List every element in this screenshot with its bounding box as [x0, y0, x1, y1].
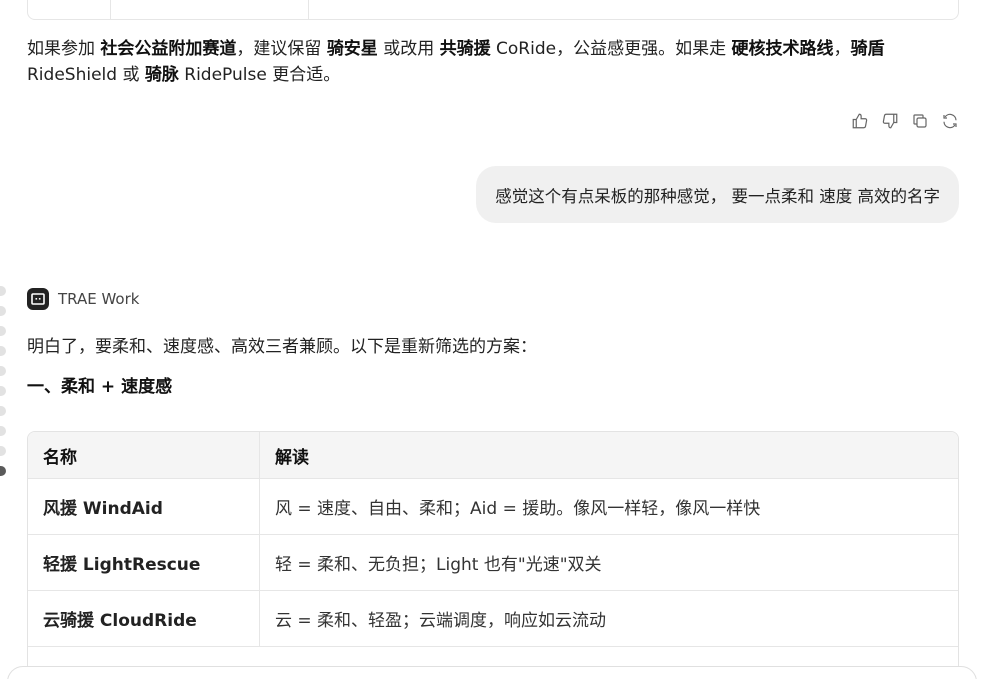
nav-dot[interactable]: [0, 386, 6, 396]
summary-emphasis: 骑脉: [144, 65, 179, 85]
option-name: 轻援 LightRescue: [28, 535, 260, 590]
table-header-row: 名称 解读: [28, 432, 958, 479]
summary-text: 或改用: [377, 39, 440, 59]
agent-name: TRAE Work: [58, 290, 140, 308]
refresh-icon[interactable]: [941, 112, 959, 130]
nav-dot[interactable]: [0, 306, 6, 316]
nav-dot[interactable]: [0, 406, 6, 416]
option-interpretation: 云 = 柔和、轻盈；云端调度，响应如云流动: [275, 611, 607, 631]
previous-table-fragment: [27, 0, 959, 20]
summary-emphasis: 骑盾: [850, 39, 885, 59]
agent-header: TRAE Work: [27, 288, 139, 310]
summary-text: RidePulse 更合适。: [178, 65, 341, 85]
summary-emphasis: 骑安星: [326, 39, 378, 59]
trae-logo-icon: [27, 288, 49, 310]
option-name: 云骑援 CloudRide: [28, 591, 260, 646]
summary-emphasis: 硬核技术路线: [731, 39, 834, 59]
scroll-navigator[interactable]: [0, 286, 6, 486]
message-composer[interactable]: [7, 666, 977, 679]
table-row: 云骑援 CloudRide 云 = 柔和、轻盈；云端调度，响应如云流动: [28, 591, 958, 647]
summary-text: ，建议保留: [236, 39, 327, 59]
nav-dot[interactable]: [0, 446, 6, 456]
message-actions: [851, 112, 959, 130]
thumbs-down-icon[interactable]: [881, 112, 899, 130]
nav-dot[interactable]: [0, 286, 6, 296]
nav-dot[interactable]: [0, 346, 6, 356]
summary-text: 如果参加: [27, 39, 101, 59]
table-divider: [308, 0, 309, 19]
summary-emphasis: 社会公益附加赛道: [100, 39, 237, 59]
summary-text: CoRide，公益感更强。如果走: [490, 39, 732, 59]
section-heading: 一、柔和 + 速度感: [27, 377, 173, 397]
column-header-name: 名称: [28, 432, 260, 478]
summary-emphasis: 共骑援: [439, 39, 491, 59]
summary-text: ，: [833, 39, 851, 59]
user-message-bubble: 感觉这个有点呆板的那种感觉， 要一点柔和 速度 高效的名字: [476, 166, 959, 223]
name-options-table: 名称 解读 风援 WindAid 风 = 速度、自由、柔和；Aid = 援助。像…: [27, 431, 959, 679]
option-interpretation: 风 = 速度、自由、柔和；Aid = 援助。像风一样轻，像风一样快: [275, 499, 761, 519]
nav-dot[interactable]: [0, 326, 6, 336]
user-message-text: 感觉这个有点呆板的那种感觉， 要一点柔和 速度 高效的名字: [495, 186, 940, 206]
table-row: 轻援 LightRescue 轻 = 柔和、无负担；Light 也有"光速"双关: [28, 535, 958, 591]
copy-icon[interactable]: [911, 112, 929, 130]
thumbs-up-icon[interactable]: [851, 112, 869, 130]
table-divider: [110, 0, 111, 19]
nav-dot-active[interactable]: [0, 466, 6, 476]
nav-dot[interactable]: [0, 366, 6, 376]
table-row: 风援 WindAid 风 = 速度、自由、柔和；Aid = 援助。像风一样轻，像…: [28, 479, 958, 535]
nav-dot[interactable]: [0, 426, 6, 436]
option-name: 风援 WindAid: [28, 479, 260, 534]
option-interpretation: 轻 = 柔和、无负担；Light 也有"光速"双关: [275, 555, 602, 575]
summary-text: RideShield 或: [27, 65, 145, 85]
agent-intro: 明白了，要柔和、速度感、高效三者兼顾。以下是重新筛选的方案：: [27, 337, 537, 357]
previous-reply-summary: 如果参加 社会公益附加赛道，建议保留 骑安星 或改用 共骑援 CoRide，公益…: [27, 36, 952, 88]
column-header-interpretation: 解读: [275, 447, 309, 468]
